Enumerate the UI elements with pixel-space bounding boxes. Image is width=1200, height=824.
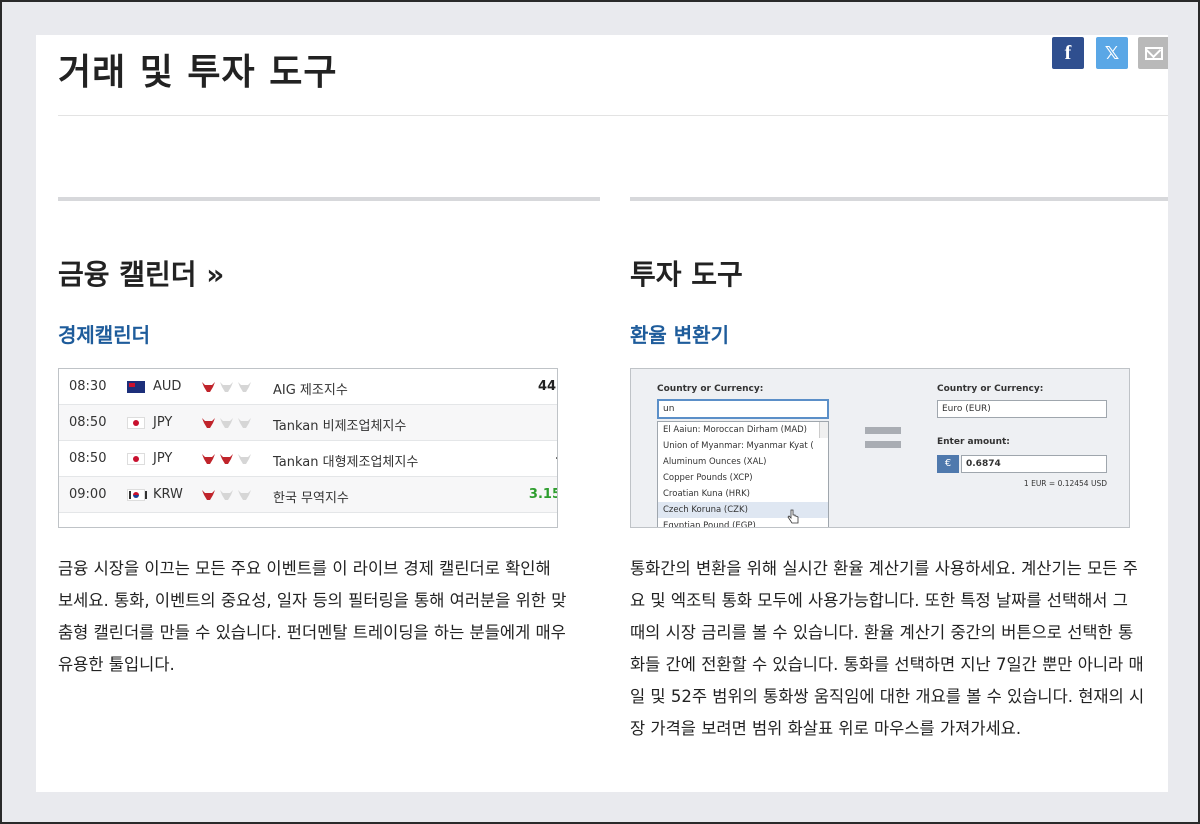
currency-converter-link[interactable]: 환율 변환기 [630, 319, 729, 348]
currency-option[interactable]: El Aaiun: Moroccan Dirham (MAD) [658, 422, 828, 438]
event-currency: JPY [153, 415, 173, 430]
event-importance [201, 417, 252, 429]
event-time: 08:30 [69, 379, 107, 394]
swap-currency-button[interactable]: € [937, 455, 959, 473]
investment-tools-heading: 투자 도구 [630, 258, 743, 291]
amount-label: Enter amount: [937, 437, 1010, 447]
calendar-row[interactable]: 08:50 JPY Tankan 비제조업체지수 [59, 405, 557, 441]
bull-importance-icon [238, 418, 251, 428]
twitter-share-button[interactable]: 𝕏 [1096, 37, 1128, 69]
country-flag-icon [127, 381, 145, 393]
dropdown-scrollbar[interactable] [819, 422, 828, 438]
left-column-divider [58, 197, 600, 201]
bull-importance-icon [220, 490, 233, 500]
facebook-share-button[interactable]: f [1052, 37, 1084, 69]
currency-option[interactable]: Croatian Kuna (HRK) [658, 486, 828, 502]
email-share-button[interactable] [1138, 37, 1168, 69]
equals-bar-top [865, 427, 901, 434]
financial-calendar-heading[interactable]: 금융 캘린더 » [58, 253, 224, 293]
page-title: 거래 및 투자 도구 [58, 52, 338, 93]
event-name: 한국 무역지수 [273, 491, 349, 506]
from-currency-label: Country or Currency: [657, 384, 764, 394]
event-value: 3.15 [528, 487, 558, 502]
event-currency: KRW [153, 487, 183, 502]
currency-option[interactable]: Copper Pounds (XCP) [658, 470, 828, 486]
event-name: Tankan 비제조업체지수 [273, 419, 407, 434]
event-name: Tankan 대형제조업체지수 [273, 455, 419, 470]
calendar-row[interactable]: 08:30 AUD AIG 제조지수 44. [59, 369, 557, 405]
bull-importance-icon [202, 490, 215, 500]
country-flag-icon [127, 417, 145, 429]
bull-importance-icon [220, 454, 233, 464]
event-importance [201, 381, 252, 393]
event-value: 44. [537, 379, 557, 394]
country-flag-icon [127, 453, 145, 465]
economic-calendar-preview[interactable]: 08:30 AUD AIG 제조지수 44. 08:50 JPY Tankan … [58, 368, 558, 528]
from-currency-input[interactable]: un [657, 399, 829, 419]
exchange-rate-note: 1 EUR = 0.12454 USD [1023, 479, 1107, 488]
event-name: AIG 제조지수 [273, 383, 348, 398]
to-currency-label: Country or Currency: [937, 384, 1044, 394]
event-time: 08:50 [69, 451, 107, 466]
hand-cursor-icon [787, 509, 799, 524]
event-value: - [556, 451, 557, 466]
currency-option[interactable]: Egyptian Pound (EGP) [658, 518, 828, 527]
currency-option[interactable]: Union of Myanmar: Myanmar Kyat ( [658, 438, 828, 454]
country-flag-icon [127, 489, 147, 501]
bull-importance-icon [238, 382, 251, 392]
event-currency: JPY [153, 451, 173, 466]
event-time: 08:50 [69, 415, 107, 430]
right-column-divider [630, 197, 1168, 201]
event-time: 09:00 [69, 487, 107, 502]
screenshot-frame: 거래 및 투자 도구 f 𝕏 금융 캘린더 » 경제캘린더 08:30 AUD … [0, 0, 1200, 824]
calendar-row[interactable]: 09:00 KRW 한국 무역지수 3.15 [59, 477, 557, 513]
bull-importance-icon [238, 490, 251, 500]
amount-input[interactable]: 0.6874 [961, 455, 1107, 473]
bull-importance-icon [202, 382, 215, 392]
currency-converter-preview[interactable]: Country or Currency: un El Aaiun: Morocc… [630, 368, 1130, 528]
bull-importance-icon [202, 454, 215, 464]
currency-option[interactable]: Aluminum Ounces (XAL) [658, 454, 828, 470]
bull-importance-icon [220, 382, 233, 392]
currency-dropdown-list[interactable]: El Aaiun: Moroccan Dirham (MAD) Union of … [657, 421, 829, 527]
calendar-description: 금융 시장을 이끄는 모든 주요 이벤트를 이 라이브 경제 캘린더로 확인해 … [58, 559, 567, 674]
calendar-row-partial[interactable] [59, 513, 557, 527]
event-importance [201, 453, 252, 465]
bull-importance-icon [238, 454, 251, 464]
bull-importance-icon [202, 418, 215, 428]
tools-page: 거래 및 투자 도구 f 𝕏 금융 캘린더 » 경제캘린더 08:30 AUD … [36, 35, 1168, 792]
bull-importance-icon [220, 418, 233, 428]
currency-option[interactable]: Czech Koruna (CZK) [658, 502, 828, 518]
facebook-icon: f [1064, 41, 1072, 64]
event-currency: AUD [153, 379, 182, 394]
event-importance [201, 489, 252, 501]
equals-bar-bottom [865, 441, 901, 448]
email-icon [1145, 46, 1163, 60]
to-currency-input[interactable]: Euro (EUR) [937, 400, 1107, 418]
calendar-row[interactable]: 08:50 JPY Tankan 대형제조업체지수 - [59, 441, 557, 477]
title-divider [58, 115, 1168, 116]
x-twitter-icon: 𝕏 [1104, 42, 1120, 64]
economic-calendar-link[interactable]: 경제캘린더 [58, 319, 150, 348]
converter-description: 통화간의 변환을 위해 실시간 환율 계산기를 사용하세요. 계산기는 모든 주… [630, 559, 1145, 738]
